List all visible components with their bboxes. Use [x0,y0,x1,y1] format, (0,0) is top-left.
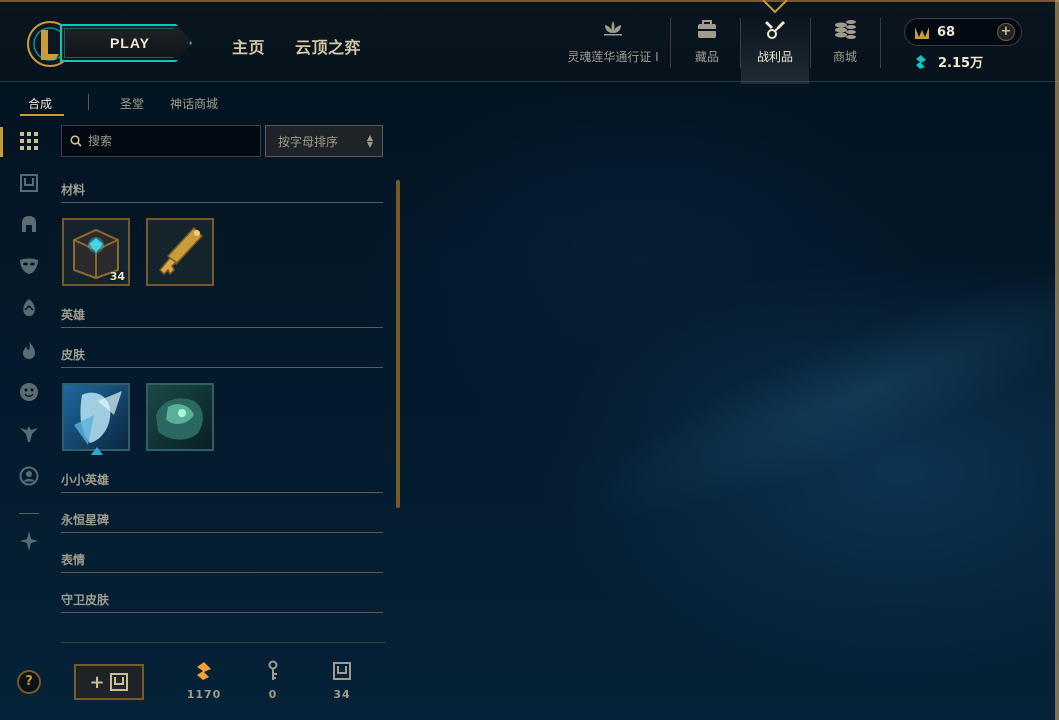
window-edge [1055,0,1059,720]
tab-sanctum[interactable]: 圣堂 [120,95,144,112]
chest-counter: 34 [317,660,367,701]
nav-divider [880,18,881,68]
play-button[interactable]: PLAY [60,24,192,62]
help-button[interactable]: ? [17,670,41,694]
search-icon [70,135,82,147]
nav-divider [670,18,671,68]
eternals-flame-icon[interactable] [17,338,41,362]
blue-essence-balance: 2.15万 [914,52,983,71]
category-skins[interactable]: 皮肤 [61,346,383,368]
chest-count-value: 34 [333,688,351,701]
icon-avatar-icon[interactable] [17,464,41,488]
nav-tft[interactable]: 云顶之弈 [295,34,361,58]
nav-divider [810,18,811,68]
nav-pass-label: 灵魂莲华通行证 I [567,50,659,64]
category-materials[interactable]: 材料 [61,181,383,203]
nav-loot[interactable]: 战利品 [741,16,809,84]
key-fragment-counter: 0 [248,660,298,701]
rp-icon [915,27,929,39]
nav-pass[interactable]: 灵魂莲华通行证 I [560,16,666,84]
loot-scrollbar[interactable] [396,180,400,508]
nav-collection-label: 藏品 [694,50,719,64]
sort-arrows-icon: ▲ ▼ [366,133,373,149]
blue-essence-icon [916,54,926,69]
all-items-grid-icon[interactable] [17,129,41,153]
sort-dropdown[interactable]: 按字母排序 ▲ ▼ [265,125,383,157]
hextech-chest-count: 34 [109,270,125,283]
skin-shard-portrait-icon [148,385,212,449]
store-coins-icon [832,16,858,42]
emote-face-icon[interactable] [17,380,41,404]
category-emotes[interactable]: 表情 [61,551,383,573]
loot-icon [762,16,788,42]
orange-essence-value: 1170 [186,688,222,701]
search-input[interactable] [88,134,248,148]
tactician-egg-icon[interactable] [17,296,41,320]
top-bar: PLAY 主页 云顶之弈 灵魂莲华通行证 I 藏品 战利品 商城 68 + 2.… [0,0,1059,84]
collection-bag-icon [694,16,720,42]
hextech-key-icon [148,220,212,284]
chest-filter-icon[interactable] [17,171,41,195]
key-fragment-value: 0 [268,688,278,701]
rail-active-indicator [0,127,3,157]
nav-home[interactable]: 主页 [232,34,265,58]
nav-collection[interactable]: 藏品 [680,16,734,84]
plus-icon: + [89,671,105,693]
rail-divider [19,513,39,514]
tab-crafting[interactable]: 合成 [28,95,52,112]
footer-divider [61,642,385,643]
chest-count-icon [331,660,353,682]
ward-skin-icon[interactable] [17,422,41,446]
champion-helmet-icon[interactable] [17,212,41,236]
skin-upgrade-marker-icon [91,447,103,455]
skin-shard-portrait-icon [64,385,128,449]
orange-essence-icon [193,660,215,682]
sort-dropdown-label: 按字母排序 [278,134,339,149]
hextech-chest-tile[interactable]: 34 [62,218,130,286]
active-tab-notch-icon [762,0,788,14]
hextech-key-tile[interactable] [146,218,214,286]
lotus-icon [600,16,626,42]
category-champions[interactable]: 英雄 [61,306,383,328]
category-eternals[interactable]: 永恒星碑 [61,511,383,533]
nav-store-label: 商城 [832,50,857,64]
nav-store[interactable]: 商城 [818,16,872,84]
category-tacticians[interactable]: 小小英雄 [61,471,383,493]
play-button-frame [64,28,188,58]
rp-balance[interactable]: 68 + [904,18,1022,46]
skin-shard-tile[interactable] [62,383,130,451]
search-box[interactable] [61,125,261,157]
chest-icon [109,673,128,691]
blue-essence-value: 2.15万 [938,56,984,71]
key-fragment-icon [262,660,284,682]
craft-chest-key-button[interactable]: + [74,664,144,700]
skin-mask-icon[interactable] [17,254,41,278]
orange-essence-counter: 1170 [179,660,229,701]
nav-loot-label: 战利品 [756,50,793,64]
active-tab-underline [20,114,64,116]
rp-value: 68 [937,24,956,40]
skin-shard-tile[interactable] [146,383,214,451]
subnav-divider [88,94,89,110]
tab-mythic-shop[interactable]: 神话商城 [170,95,218,112]
buy-rp-button[interactable]: + [997,23,1015,41]
category-ward-skins[interactable]: 守卫皮肤 [61,591,383,613]
other-materials-icon[interactable] [17,529,41,553]
